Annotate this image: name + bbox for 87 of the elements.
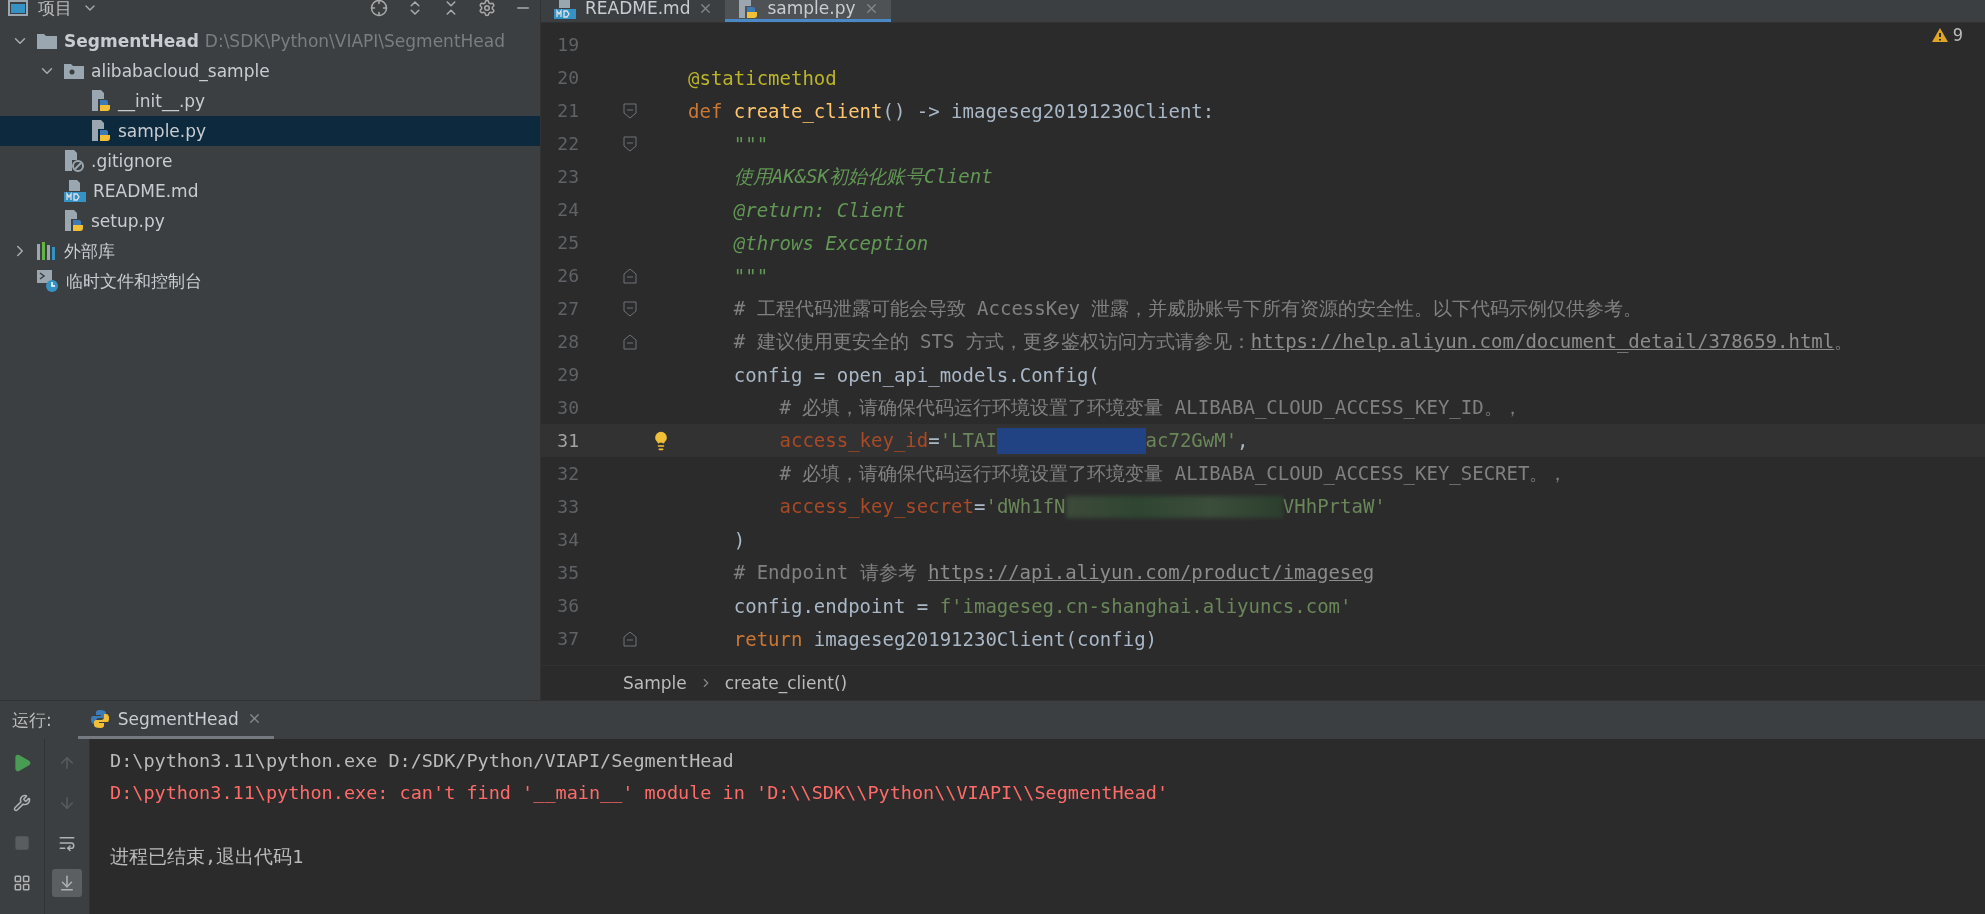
code-line: def create_client() -> imageseg20191230Client: [688,99,1215,122]
code-line: # 必填，请确保代码运行环境设置了环境变量 ALIBABA_CLOUD_ACCESS_KEY_SECRET。， [778,460,1568,487]
tree-item[interactable]: 外部库 [0,236,540,266]
python-file-icon [90,119,112,143]
python-icon [89,708,110,729]
code-line: 使用AK&SK初始化账号Client [732,163,993,189]
code-line: config = open_api_models.Config( [732,363,1100,386]
line-number: 27 [556,298,579,319]
project-window-icon[interactable] [8,0,28,16]
warning-icon[interactable] [1930,27,1949,43]
console-line: 进程已结束,退出代码1 [110,845,305,869]
line-number: 25 [556,232,579,253]
tree-item[interactable]: 临时文件和控制台 [0,266,540,296]
line-number: 34 [556,529,579,550]
fold-marker-icon[interactable] [623,300,637,317]
warning-count[interactable]: 9 [1952,25,1963,45]
fold-end-marker-icon[interactable] [623,630,637,647]
editor-tab[interactable]: README.md [541,0,726,22]
scratch-console-icon [36,269,60,293]
line-number: 28 [556,331,579,352]
crosshair-icon[interactable] [370,0,388,17]
breadcrumb[interactable]: create_client() [724,673,848,693]
code-line: # 建议使用更安全的 STS 方式，更多鉴权访问方式请参见：https://help.aliyun.com/document_detail/378659.html。 [732,328,1854,355]
code-line: ) [732,528,746,551]
python-file-icon [90,89,112,113]
line-number: 22 [556,133,579,154]
line-number: 19 [556,34,579,55]
tree-item[interactable]: __init__.py [0,86,540,116]
project-path: D:\SDK\Python\VIAPI\SegmentHead [204,31,505,51]
tree-item[interactable]: setup.py [0,206,540,236]
code-line: @return: Client [732,198,906,221]
panel-title[interactable]: 项目 [38,0,72,20]
markdown-file-icon [553,0,577,20]
breadcrumb[interactable]: Sample [623,673,687,693]
layout-icon[interactable] [13,874,31,892]
fold-end-marker-icon[interactable] [623,267,637,284]
tree-item[interactable]: SegmentHead D:\SDK\Python\VIAPI\SegmentHead [0,26,540,56]
ignored-file-icon [63,149,85,173]
console-line: D:\python3.11\python.exe: can't find '__main__' module in 'D:\\SDK\\Python\\VIAPI\\SegmentHead' [110,781,1170,805]
editor-tab[interactable]: sample.py [725,0,891,22]
tree-item[interactable]: alibabacloud_sample [0,56,540,86]
python-file-icon [63,209,85,233]
code-line: access_key_id='LTAI ac72GwM', [688,427,1249,454]
code-line: config.endpoint = f'imageseg.cn-shanghai.aliyuncs.com' [732,594,1352,617]
settings-icon[interactable] [478,0,496,17]
markdown-file-icon [63,179,87,203]
code-line: """ [732,132,769,155]
line-number: 26 [556,265,579,286]
line-number: 24 [556,199,579,220]
line-number: 21 [556,100,579,121]
link[interactable]: https://help.aliyun.com/document_detail/378659.html [1250,329,1835,352]
code-line: @staticmethod [688,66,837,89]
line-number: 33 [556,496,579,517]
code-line: # Endpoint 请参考 https://api.aliyun.com/product/imageseg [732,559,1375,585]
line-number: 23 [556,166,579,187]
library-icon [36,241,58,261]
folder-icon [36,32,58,50]
play-icon[interactable] [12,753,32,773]
fold-marker-icon[interactable] [623,102,637,119]
tree-item[interactable]: sample.py [0,116,540,146]
line-number: 31 [556,430,579,451]
scroll-to-end-icon [58,874,76,892]
scroll-to-end-button[interactable] [52,869,82,897]
code-line: # 必填，请确保代码运行环境设置了环境变量 ALIBABA_CLOUD_ACCESS_KEY_ID。， [778,394,1522,421]
run-label: 运行: [12,708,52,732]
package-folder-icon [63,62,85,80]
code-line: """ [732,264,769,287]
line-number: 32 [556,463,579,484]
code-line: # 工程代码泄露可能会导致 AccessKey 泄露，并威胁账号下所有资源的安全性。以下代码示例仅供参考。 [732,295,1643,321]
code-line: return imageseg20191230Client(config) [732,627,1157,650]
soft-wrap-icon[interactable] [58,834,76,852]
link[interactable]: https://api.aliyun.com/product/imageseg [928,560,1375,583]
line-number: 30 [556,397,579,418]
line-number: 20 [556,67,579,88]
line-number: 35 [556,562,579,583]
console-line: D:\python3.11\python.exe D:/SDK/Python/VIAPI/SegmentHead [110,749,735,773]
python-file-icon [737,0,760,20]
line-number: 36 [556,595,579,616]
fold-end-marker-icon[interactable] [623,333,637,350]
line-number: 37 [556,628,579,649]
line-number: 29 [556,364,579,385]
code-line: @throws Exception [732,231,929,254]
code-line: access_key_secret='dWh1fN VHhPrtaW' [778,494,1386,519]
wrench-icon[interactable] [13,794,31,812]
fold-marker-icon[interactable] [623,135,637,152]
tree-item[interactable]: README.md [0,176,540,206]
tree-item[interactable]: .gitignore [0,146,540,176]
